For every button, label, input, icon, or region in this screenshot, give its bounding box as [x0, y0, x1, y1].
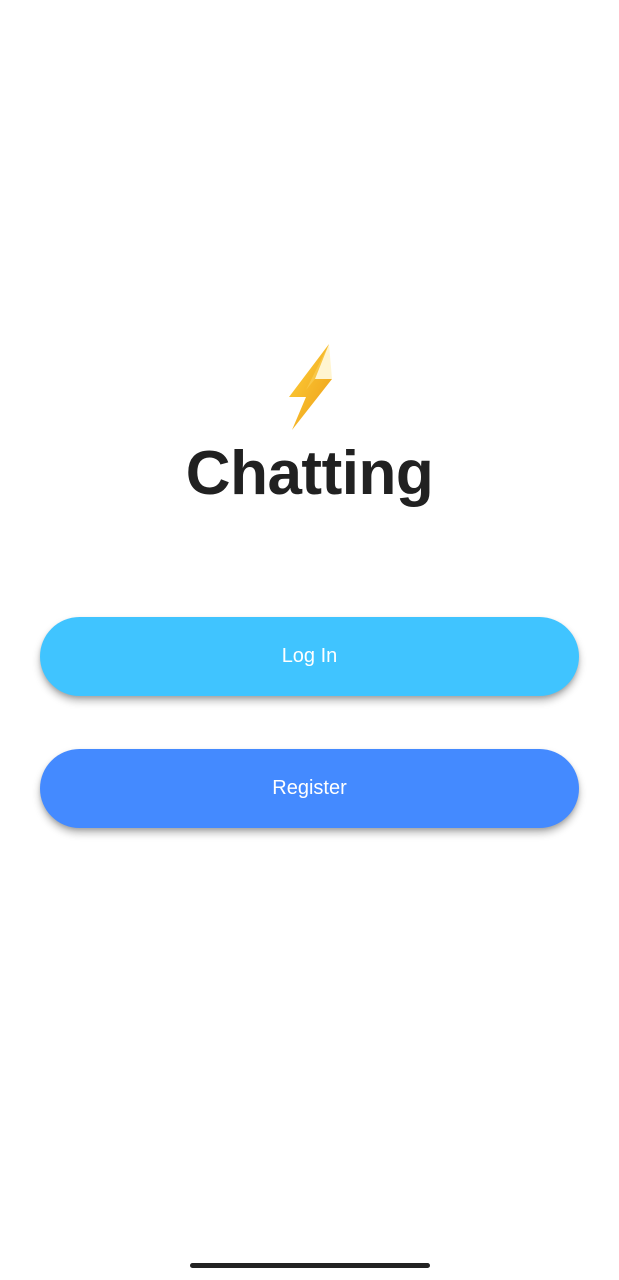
register-button[interactable]: Register [40, 749, 579, 828]
welcome-screen: Chatting Log In Register [0, 0, 619, 1280]
app-title: Chatting [185, 439, 434, 508]
login-button[interactable]: Log In [40, 617, 579, 696]
register-button-label: Register [272, 777, 347, 799]
home-indicator[interactable] [190, 1263, 430, 1268]
login-button-label: Log In [281, 645, 338, 667]
lightning-bolt-icon [289, 344, 332, 430]
